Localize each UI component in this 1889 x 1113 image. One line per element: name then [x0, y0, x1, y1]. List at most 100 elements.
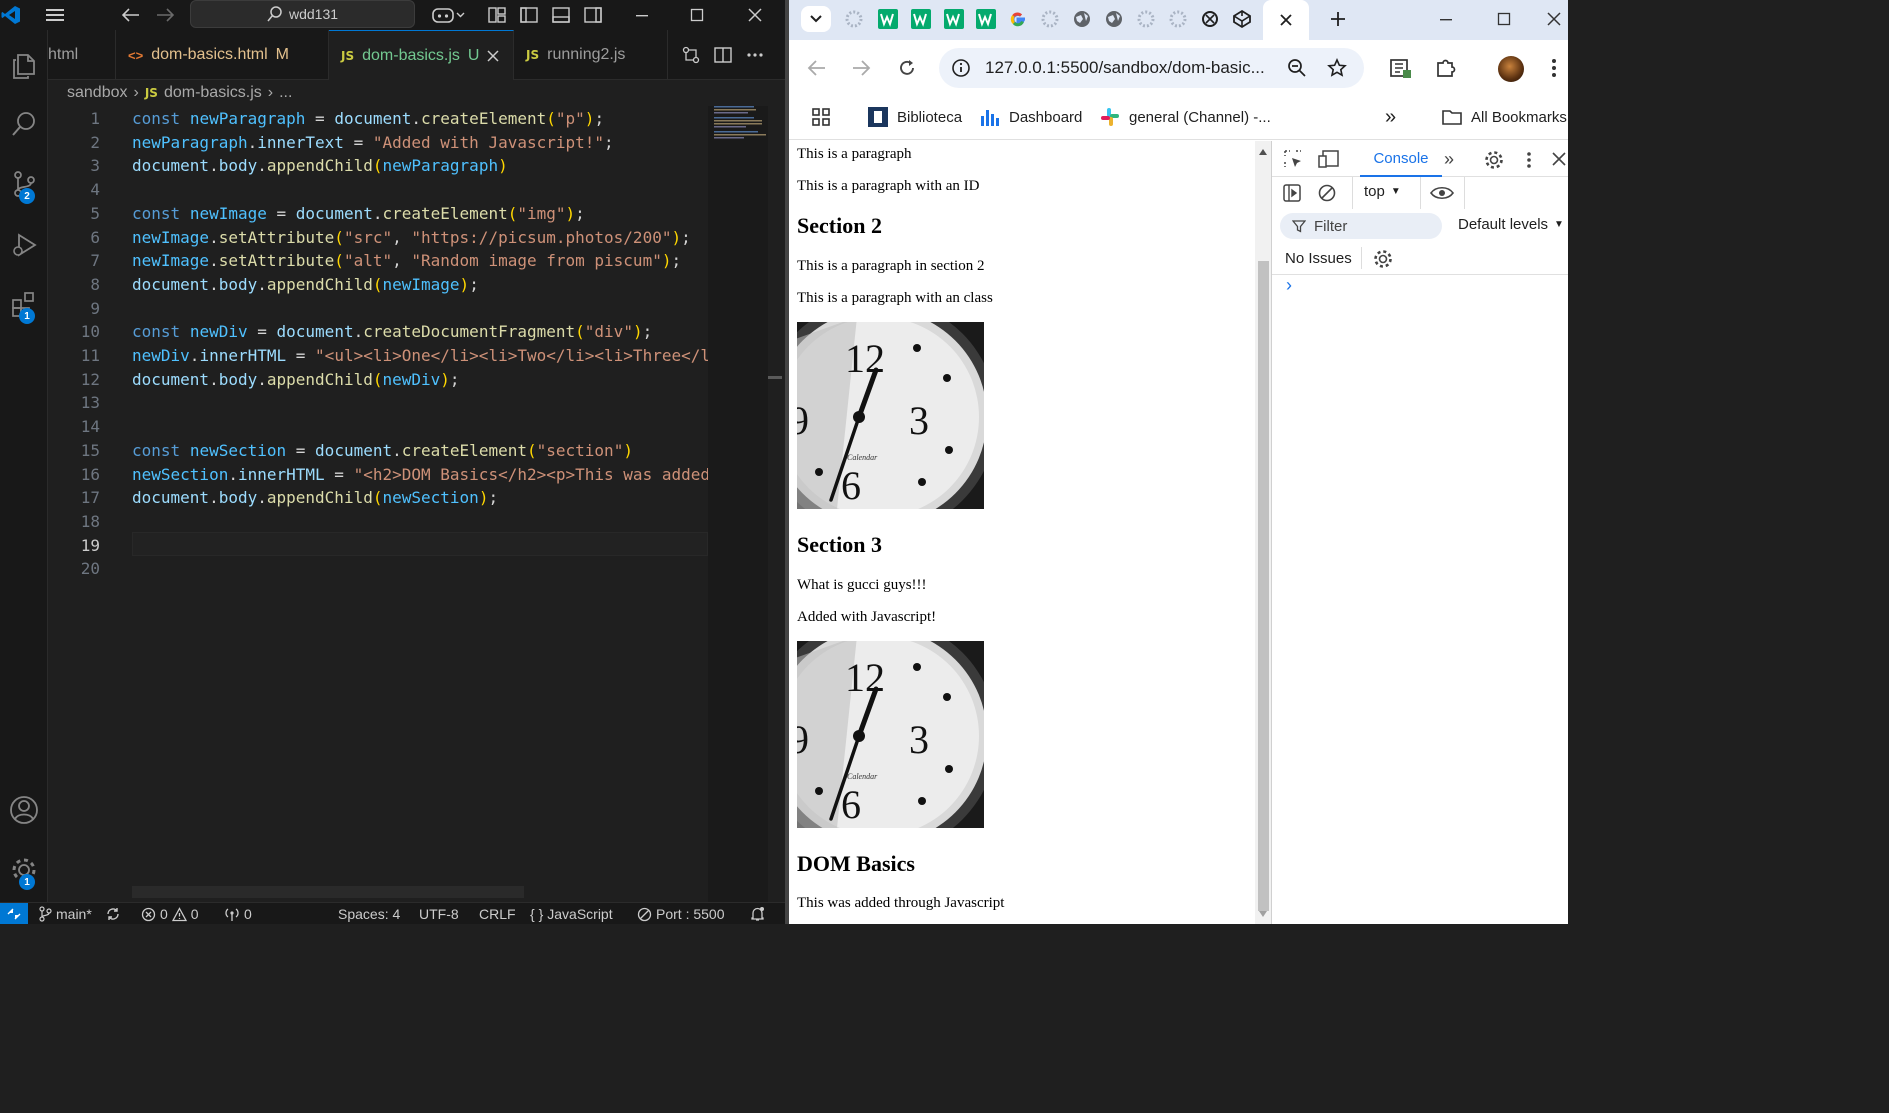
editor-horizontal-scrollbar[interactable]: [132, 886, 524, 898]
more-actions-icon[interactable]: [744, 40, 766, 70]
all-bookmarks-folder[interactable]: All Bookmarks: [1441, 100, 1567, 134]
breadcrumb-folder[interactable]: sandbox: [67, 84, 128, 102]
sidebar-toggle-icon[interactable]: [1283, 184, 1301, 202]
globe-favicon-icon[interactable]: [1067, 6, 1097, 32]
forward-arrow-icon[interactable]: [851, 58, 871, 78]
code-line[interactable]: 18: [48, 510, 708, 534]
apps-grid-icon[interactable]: [811, 100, 831, 134]
close-icon[interactable]: [1539, 6, 1568, 32]
sync-icon[interactable]: [105, 903, 121, 924]
chatgpt-favicon-icon[interactable]: [1195, 6, 1225, 32]
notifications-bell-icon[interactable]: [750, 903, 765, 924]
live-server-status[interactable]: Port : 5500: [637, 903, 725, 924]
loading-favicon-icon[interactable]: [839, 6, 869, 32]
code-line[interactable]: 17 document.body.appendChild(newSection);: [48, 486, 708, 510]
more-tabs-icon[interactable]: »: [1444, 149, 1454, 170]
settings-gear-icon[interactable]: 1: [0, 846, 48, 894]
code-line[interactable]: 13: [48, 391, 708, 415]
encoding-status[interactable]: UTF-8: [419, 903, 459, 924]
compare-changes-icon[interactable]: [680, 40, 702, 70]
editor-vertical-scrollbar[interactable]: [768, 106, 782, 902]
customize-layout-icon[interactable]: [485, 0, 509, 30]
forward-arrow-icon[interactable]: [152, 0, 178, 30]
close-icon[interactable]: [738, 0, 772, 30]
tab-search-chevron-icon[interactable]: [801, 6, 831, 32]
toggle-secondary-sidebar-icon[interactable]: [581, 0, 605, 30]
back-arrow-icon[interactable]: [118, 0, 144, 30]
code-line[interactable]: 6 newImage.setAttribute("src", "https://p…: [48, 226, 708, 250]
code-line[interactable]: 15 const newSection = document.createElem…: [48, 439, 708, 463]
device-toolbar-icon[interactable]: [1318, 150, 1340, 168]
run-debug-icon[interactable]: [0, 220, 48, 268]
w3schools-favicon-icon[interactable]: [939, 6, 969, 32]
live-expression-eye-icon[interactable]: [1430, 185, 1454, 201]
code-line[interactable]: 14: [48, 415, 708, 439]
bookmark-biblioteca[interactable]: Biblioteca: [867, 100, 962, 134]
ports-status[interactable]: 0: [224, 903, 252, 924]
code-line[interactable]: 20: [48, 557, 708, 581]
minimap[interactable]: [708, 106, 768, 902]
site-info-icon[interactable]: [951, 58, 971, 78]
toggle-panel-icon[interactable]: [549, 0, 573, 30]
console-prompt-icon[interactable]: ›: [1286, 275, 1292, 296]
minimize-icon[interactable]: [1431, 6, 1461, 32]
code-editor[interactable]: 1 const newParagraph = document.createEle…: [48, 106, 720, 902]
scroll-thumb[interactable]: [1258, 261, 1269, 911]
chrome-menu-icon[interactable]: [1551, 58, 1557, 78]
clear-console-icon[interactable]: [1318, 184, 1336, 202]
extensions-icon[interactable]: 1: [0, 280, 48, 328]
zoom-icon[interactable]: [1287, 58, 1307, 78]
scroll-down-icon[interactable]: [1259, 911, 1267, 917]
command-center-search[interactable]: wdd131: [190, 0, 415, 28]
codepen-favicon-icon[interactable]: [1227, 6, 1257, 32]
page-scrollbar[interactable]: [1255, 141, 1271, 924]
eol-status[interactable]: CRLF: [479, 903, 516, 924]
minimize-icon[interactable]: [625, 0, 659, 30]
copilot-icon[interactable]: [428, 0, 468, 30]
problems-status[interactable]: 0 0: [141, 903, 199, 924]
google-favicon-icon[interactable]: [1003, 6, 1033, 32]
code-line[interactable]: 19: [48, 534, 708, 558]
code-line[interactable]: 4: [48, 178, 708, 202]
bookmark-star-icon[interactable]: [1327, 58, 1347, 78]
w3schools-favicon-icon[interactable]: [906, 6, 936, 32]
code-line[interactable]: 1 const newParagraph = document.createEle…: [48, 107, 708, 131]
indentation-status[interactable]: Spaces: 4: [338, 903, 400, 924]
devtools-menu-icon[interactable]: [1526, 151, 1532, 169]
tab-html[interactable]: html: [36, 30, 116, 80]
maximize-icon[interactable]: [1489, 6, 1519, 32]
w3schools-favicon-icon[interactable]: [971, 6, 1001, 32]
bookmark-dashboard[interactable]: Dashboard: [979, 100, 1082, 134]
code-line[interactable]: 10 const newDiv = document.createDocument…: [48, 320, 708, 344]
active-tab[interactable]: [1263, 0, 1309, 40]
loading-favicon-icon[interactable]: [1035, 6, 1065, 32]
code-line[interactable]: 7 newImage.setAttribute("alt", "Random im…: [48, 249, 708, 273]
tab-dom-basics-html[interactable]: <> dom-basics.html M: [116, 30, 329, 80]
code-line[interactable]: 5 const newImage = document.createElement…: [48, 202, 708, 226]
issues-count[interactable]: No Issues: [1285, 250, 1352, 267]
console-settings-gear-icon[interactable]: [1373, 249, 1393, 269]
code-line[interactable]: 9: [48, 297, 708, 321]
tab-dom-basics-js[interactable]: JS dom-basics.js U: [329, 30, 514, 80]
tab-running2-js[interactable]: JS running2.js: [514, 30, 668, 80]
extension-library-icon[interactable]: [1389, 56, 1413, 80]
remote-indicator-icon[interactable]: [0, 903, 28, 924]
code-line[interactable]: 3 document.body.appendChild(newParagraph): [48, 154, 708, 178]
split-editor-icon[interactable]: [712, 40, 734, 70]
w3schools-favicon-icon[interactable]: [873, 6, 903, 32]
new-tab-icon[interactable]: [1323, 6, 1353, 32]
loading-favicon-icon[interactable]: [1131, 6, 1161, 32]
log-levels-dropdown[interactable]: Default levels ▼: [1458, 216, 1564, 233]
profile-avatar[interactable]: [1498, 56, 1524, 82]
code-line[interactable]: 11 newDiv.innerHTML = "<ul><li>One</li><l…: [48, 344, 720, 368]
inspect-element-icon[interactable]: [1284, 150, 1302, 168]
toggle-sidebar-icon[interactable]: [517, 0, 541, 30]
code-line[interactable]: 16 newSection.innerHTML = "<h2>DOM Basics…: [48, 463, 710, 487]
maximize-icon[interactable]: [680, 0, 714, 30]
search-icon[interactable]: [0, 100, 48, 148]
code-line[interactable]: 2 newParagraph.innerText = "Added with Ja…: [48, 131, 708, 155]
language-status[interactable]: { } JavaScript: [530, 903, 613, 924]
context-selector[interactable]: top ▼: [1364, 183, 1401, 200]
tab-console[interactable]: Console: [1360, 141, 1442, 177]
branch-status[interactable]: main*: [38, 903, 92, 924]
